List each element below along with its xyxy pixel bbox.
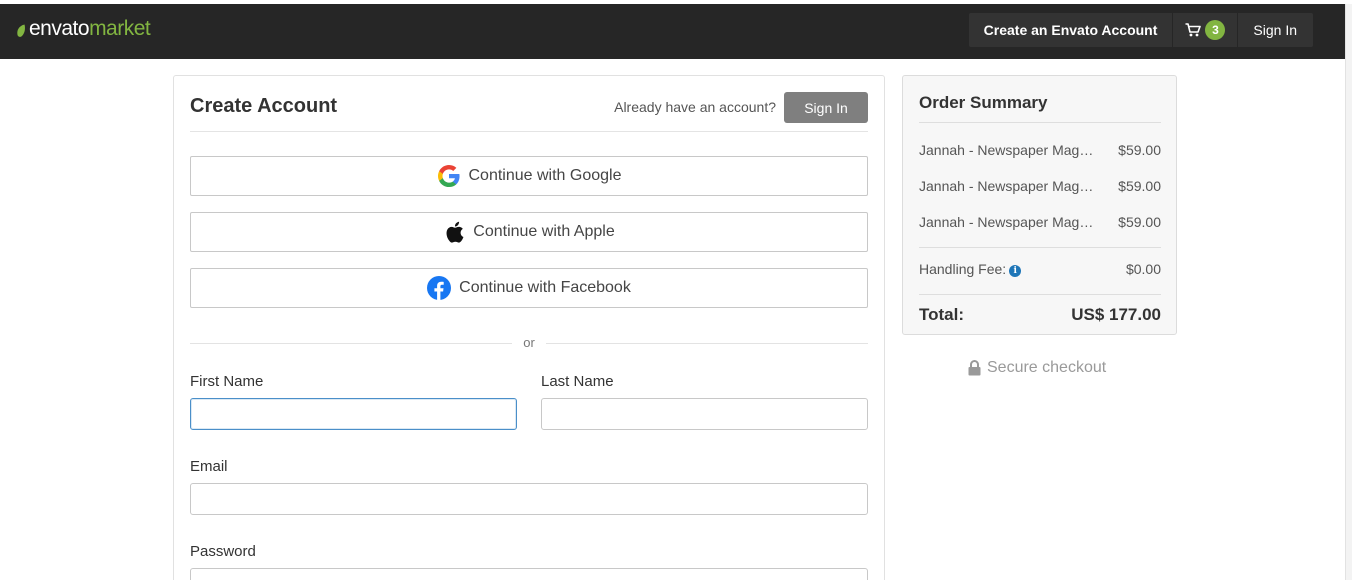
- item-name: Jannah - Newspaper Magazine News BuddyPr…: [919, 178, 1097, 194]
- cart-icon: [1185, 23, 1202, 37]
- order-summary-title: Order Summary: [919, 93, 1048, 112]
- info-icon[interactable]: i: [1009, 265, 1022, 277]
- password-label: Password: [190, 543, 256, 560]
- item-price: $59.00: [1118, 214, 1161, 230]
- continue-with-apple-button[interactable]: Continue with Apple: [190, 212, 868, 252]
- email-field[interactable]: [190, 483, 868, 515]
- summary-divider: [919, 294, 1161, 295]
- header-sign-in-link[interactable]: Sign In: [1238, 13, 1313, 47]
- order-line-item: Jannah - Newspaper Magazine News BuddyPr…: [919, 142, 1161, 160]
- total-amount: US$ 177.00: [1071, 305, 1161, 324]
- first-name-label: First Name: [190, 373, 264, 390]
- order-line-item: Jannah - Newspaper Magazine News BuddyPr…: [919, 214, 1161, 232]
- card-header: Create Account Already have an account? …: [190, 92, 868, 132]
- item-price: $59.00: [1118, 142, 1161, 158]
- sign-in-button[interactable]: Sign In: [784, 92, 868, 123]
- top-navbar: envato market Create an Envato Account 3…: [0, 4, 1345, 59]
- password-field[interactable]: [190, 568, 868, 580]
- page: envato market Create an Envato Account 3…: [0, 0, 1352, 580]
- already-have-account-text: Already have an account?: [614, 99, 776, 115]
- last-name-label: Last Name: [541, 373, 614, 390]
- item-price: $59.00: [1118, 178, 1161, 194]
- google-button-label: Continue with Google: [468, 167, 622, 184]
- logo-text-market: market: [89, 17, 151, 40]
- first-name-field[interactable]: [190, 398, 517, 430]
- item-name: Jannah - Newspaper Magazine News BuddyPr…: [919, 142, 1097, 158]
- envato-market-logo[interactable]: envato market: [16, 16, 151, 42]
- last-name-field[interactable]: [541, 398, 868, 430]
- nav-actions: Create an Envato Account 3 Sign In: [968, 13, 1313, 47]
- summary-divider: [919, 247, 1161, 248]
- create-account-card: Create Account Already have an account? …: [173, 75, 885, 580]
- secure-checkout-note: Secure checkout: [968, 358, 1106, 378]
- google-icon: [437, 165, 460, 187]
- facebook-button-label: Continue with Facebook: [459, 279, 631, 296]
- leaf-icon: [17, 24, 25, 37]
- scrollbar[interactable]: [1345, 4, 1352, 580]
- handling-fee-value: $0.00: [1125, 261, 1161, 277]
- handling-fee-label-group: Handling Fee: i: [919, 261, 1097, 277]
- facebook-icon: [427, 276, 452, 300]
- email-label: Email: [190, 458, 228, 475]
- total-label: Total:: [919, 305, 965, 324]
- or-text: or: [523, 335, 535, 350]
- apple-button-label: Continue with Apple: [473, 223, 615, 240]
- secure-checkout-text: Secure checkout: [987, 359, 1107, 376]
- order-summary-panel: Order Summary Jannah - Newspaper Magazin…: [902, 75, 1177, 335]
- handling-fee-label: Handling Fee:: [919, 261, 1007, 277]
- continue-with-google-button[interactable]: Continue with Google: [190, 156, 868, 196]
- lock-icon: [968, 360, 981, 376]
- summary-divider: [919, 122, 1161, 123]
- page-title: Create Account: [190, 95, 338, 117]
- handling-fee-row: Handling Fee: i $0.00: [919, 261, 1161, 279]
- or-divider: or: [190, 334, 868, 352]
- apple-icon: [446, 221, 464, 243]
- cart-count-badge: 3: [1205, 20, 1226, 40]
- continue-with-facebook-button[interactable]: Continue with Facebook: [190, 268, 868, 308]
- create-envato-account-link[interactable]: Create an Envato Account: [969, 13, 1173, 47]
- cart-button[interactable]: 3: [1173, 13, 1237, 47]
- total-row: Total: US$ 177.00: [919, 305, 1161, 327]
- logo-text-envato: envato: [29, 17, 90, 40]
- order-line-item: Jannah - Newspaper Magazine News BuddyPr…: [919, 178, 1161, 196]
- item-name: Jannah - Newspaper Magazine News BuddyPr…: [919, 214, 1097, 230]
